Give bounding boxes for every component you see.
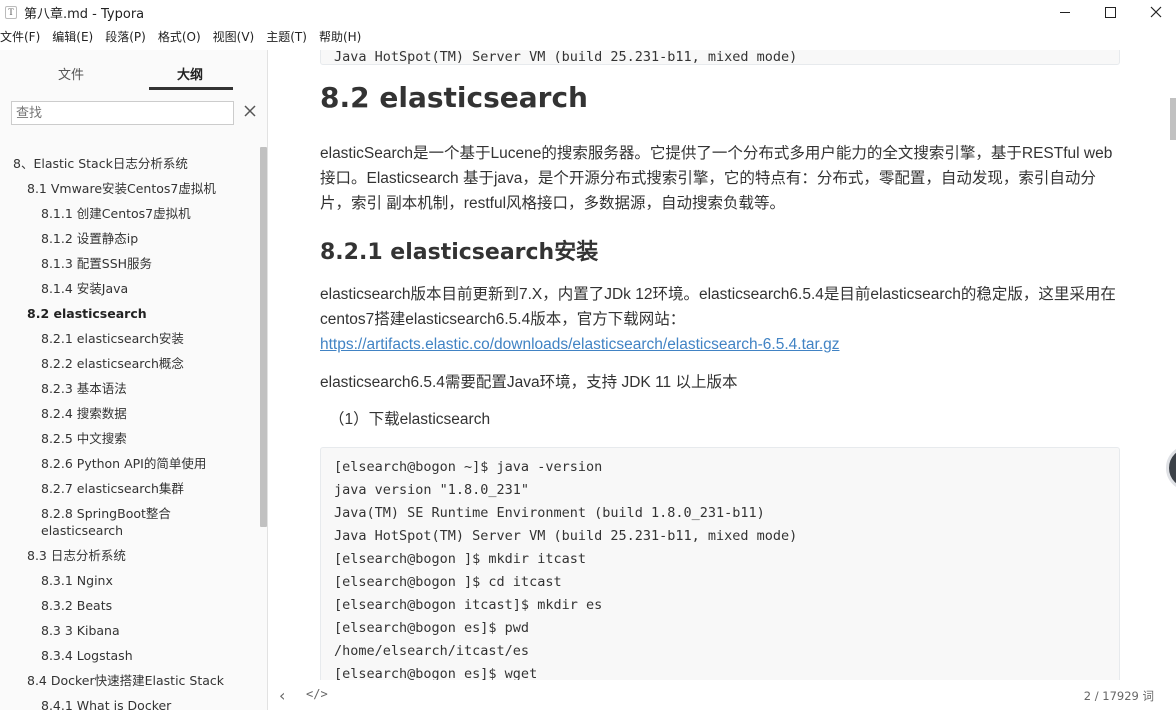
outline-item[interactable]: 8.3.4 Logstash xyxy=(41,647,133,664)
outline-item[interactable]: 8.2.3 基本语法 xyxy=(41,380,127,397)
outline-item[interactable]: 8.1.4 安装Java xyxy=(41,280,128,297)
code-line: java version "1.8.0_231" xyxy=(334,482,530,498)
outline-item[interactable]: 8.2.8 SpringBoot整合elasticsearch xyxy=(41,505,241,539)
clear-search-button[interactable] xyxy=(241,101,259,123)
paragraph: elasticsearch版本目前更新到7.X，内置了JDk 12环境。elas… xyxy=(320,282,1120,357)
typora-app-icon: T xyxy=(5,6,17,19)
heading-2: 8.2 elasticsearch xyxy=(320,81,588,114)
sidebar-scrollbar-thumb[interactable] xyxy=(260,147,267,527)
status-bar: ‹ </> 2 / 17929 词 xyxy=(269,680,1176,710)
outline-item[interactable]: 8.3 日志分析系统 xyxy=(27,547,126,564)
word-count[interactable]: 2 / 17929 词 xyxy=(1084,688,1154,704)
outline-item[interactable]: 8.2.1 elasticsearch安装 xyxy=(41,330,184,347)
outline-item-active[interactable]: 8.2 elasticsearch xyxy=(27,305,147,322)
close-icon xyxy=(244,105,256,117)
paragraph: elasticSearch是一个基于Lucene的搜索服务器。它提供了一个分布式… xyxy=(320,145,1113,212)
code-line: [elsearch@bogon es]$ wget xyxy=(334,666,538,680)
outline-item[interactable]: 8.4 Docker快速搭建Elastic Stack xyxy=(27,672,224,689)
maximize-button[interactable] xyxy=(1087,0,1133,24)
outline-item[interactable]: 8.1.3 配置SSH服务 xyxy=(41,255,152,272)
title-bar: T 第八章.md - Typora xyxy=(0,0,1176,24)
outline-item[interactable]: 8.2.6 Python API的简单使用 xyxy=(41,455,206,472)
paragraph: （1）下载elasticsearch xyxy=(329,411,491,428)
editor-content[interactable]: Java HotSpot(TM) Server VM (build 25.231… xyxy=(269,50,1176,680)
paragraph: elasticsearch6.5.4需要配置Java环境，支持 JDK 11 以… xyxy=(320,374,738,391)
menu-help[interactable]: 帮助(H) xyxy=(316,27,364,47)
code-block[interactable]: [elsearch@bogon ~]$ java -version java v… xyxy=(320,447,1120,680)
menu-file[interactable]: 文件(F) xyxy=(0,27,43,47)
tab-files[interactable]: 文件 xyxy=(58,64,84,83)
code-line: [elsearch@bogon ~]$ java -version xyxy=(334,459,603,475)
code-line: [elsearch@bogon es]$ pwd xyxy=(334,620,530,636)
menu-theme[interactable]: 主题(T) xyxy=(263,27,310,47)
menu-bar: 文件(F) 编辑(E) 段落(P) 格式(O) 视图(V) 主题(T) 帮助(H… xyxy=(0,27,370,47)
paragraph-text: elasticsearch版本目前更新到7.X，内置了JDk 12环境。elas… xyxy=(320,286,1116,328)
outline-item[interactable]: 8.2.2 elasticsearch概念 xyxy=(41,355,184,372)
window-title: 第八章.md - Typora xyxy=(24,7,145,22)
editor-scrollbar-thumb[interactable] xyxy=(1170,98,1176,140)
menu-view[interactable]: 视图(V) xyxy=(210,27,258,47)
outline-item[interactable]: 8.1.2 设置静态ip xyxy=(41,230,138,247)
code-line: [elsearch@bogon ]$ mkdir itcast xyxy=(334,551,586,567)
sidebar-tabs: 文件 大纲 xyxy=(0,50,268,92)
outline-search-input[interactable] xyxy=(11,101,234,125)
outline-item[interactable]: 8.3.1 Nginx xyxy=(41,572,113,589)
code-line: [elsearch@bogon ]$ cd itcast xyxy=(334,574,562,590)
minimize-icon xyxy=(1060,11,1070,13)
outline-item[interactable]: 8.2.7 elasticsearch集群 xyxy=(41,480,184,497)
outline-item[interactable]: 8.1.1 创建Centos7虚拟机 xyxy=(41,205,191,222)
outline-item[interactable]: 8、Elastic Stack日志分析系统 xyxy=(13,155,188,172)
close-icon xyxy=(1150,6,1162,18)
minimize-button[interactable] xyxy=(1042,0,1088,24)
outline-item[interactable]: 8.2.5 中文搜索 xyxy=(41,430,127,447)
outline-item[interactable]: 8.2.4 搜索数据 xyxy=(41,405,127,422)
outline-item[interactable]: 8.4.1 What is Docker xyxy=(41,697,171,710)
source-mode-icon[interactable]: </> xyxy=(306,687,328,701)
download-link[interactable]: https://artifacts.elastic.co/downloads/e… xyxy=(320,336,840,353)
active-tab-indicator xyxy=(149,87,233,90)
code-line: Java HotSpot(TM) Server VM (build 25.231… xyxy=(334,528,798,544)
code-line: Java HotSpot(TM) Server VM (build 25.231… xyxy=(334,50,798,65)
close-button[interactable] xyxy=(1133,0,1176,24)
menu-paragraph[interactable]: 段落(P) xyxy=(102,27,149,47)
maximize-icon xyxy=(1104,6,1116,18)
tab-outline[interactable]: 大纲 xyxy=(177,64,203,83)
code-block-partial[interactable]: Java HotSpot(TM) Server VM (build 25.231… xyxy=(320,50,1120,65)
menu-format[interactable]: 格式(O) xyxy=(155,27,204,47)
outline-item[interactable]: 8.3.2 Beats xyxy=(41,597,112,614)
toggle-sidebar-icon[interactable]: ‹ xyxy=(279,686,285,705)
code-line: [elsearch@bogon itcast]$ mkdir es xyxy=(334,597,603,613)
heading-3: 8.2.1 elasticsearch安装 xyxy=(320,240,599,265)
outline-tree: 8、Elastic Stack日志分析系统 8.1 Vmware安装Centos… xyxy=(0,150,258,710)
code-line: Java(TM) SE Runtime Environment (build 1… xyxy=(334,505,765,521)
code-line: /home/elsearch/itcast/es xyxy=(334,643,530,659)
outline-item[interactable]: 8.1 Vmware安装Centos7虚拟机 xyxy=(27,180,216,197)
outline-item[interactable]: 8.3 3 Kibana xyxy=(41,622,120,639)
sidebar: 文件 大纲 8、Elastic Stack日志分析系统 8.1 Vmware安装… xyxy=(0,50,268,710)
menu-edit[interactable]: 编辑(E) xyxy=(49,27,96,47)
